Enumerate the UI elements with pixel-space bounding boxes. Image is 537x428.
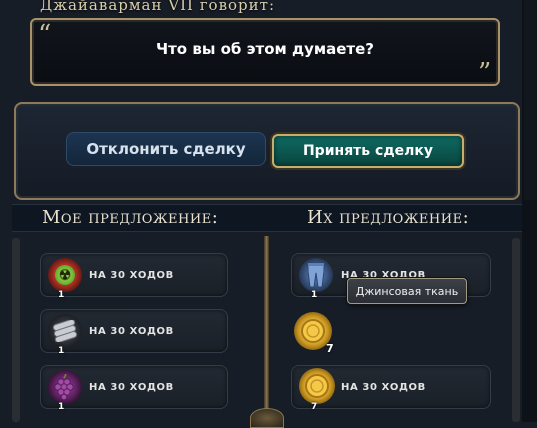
item-duration: НА 30 ХОДОВ	[89, 270, 174, 281]
jeans-icon	[299, 258, 333, 292]
item-duration: НА 30 ХОДОВ	[341, 382, 426, 393]
leader-message: Что вы об этом думаете?	[155, 40, 374, 58]
item-count: 1	[58, 402, 65, 412]
item-tooltip: Джинсовая ткань	[347, 278, 467, 304]
wine-icon	[48, 370, 82, 404]
steel-icon	[48, 314, 82, 348]
accept-deal-button[interactable]: Принять сделку	[272, 134, 464, 168]
my-offer-scrollbar[interactable]	[12, 238, 20, 422]
quote-close-icon: ”	[478, 58, 492, 88]
item-count: 1	[58, 290, 65, 300]
gold-icon	[299, 368, 335, 404]
panel-knob-ornament	[250, 408, 284, 428]
item-count: 1	[58, 346, 65, 356]
item-count: 7	[311, 402, 318, 412]
uranium-icon: ☢	[48, 258, 82, 292]
speaker-name: Джайаварман VII говорит:	[40, 0, 276, 14]
reject-deal-button[interactable]: Отклонить сделку	[66, 132, 266, 166]
item-duration: НА 30 ХОДОВ	[89, 382, 174, 393]
screen-edge-panel	[524, 0, 537, 200]
item-count: 1	[311, 290, 318, 300]
their-offer-title: Их предложение:	[307, 207, 470, 228]
item-duration: НА 30 ХОДОВ	[89, 326, 174, 337]
column-divider	[264, 236, 269, 422]
my-offer-title: Мое предложение:	[42, 207, 219, 228]
their-offer-scrollbar[interactable]	[512, 238, 520, 422]
item-count: 7	[326, 342, 334, 355]
